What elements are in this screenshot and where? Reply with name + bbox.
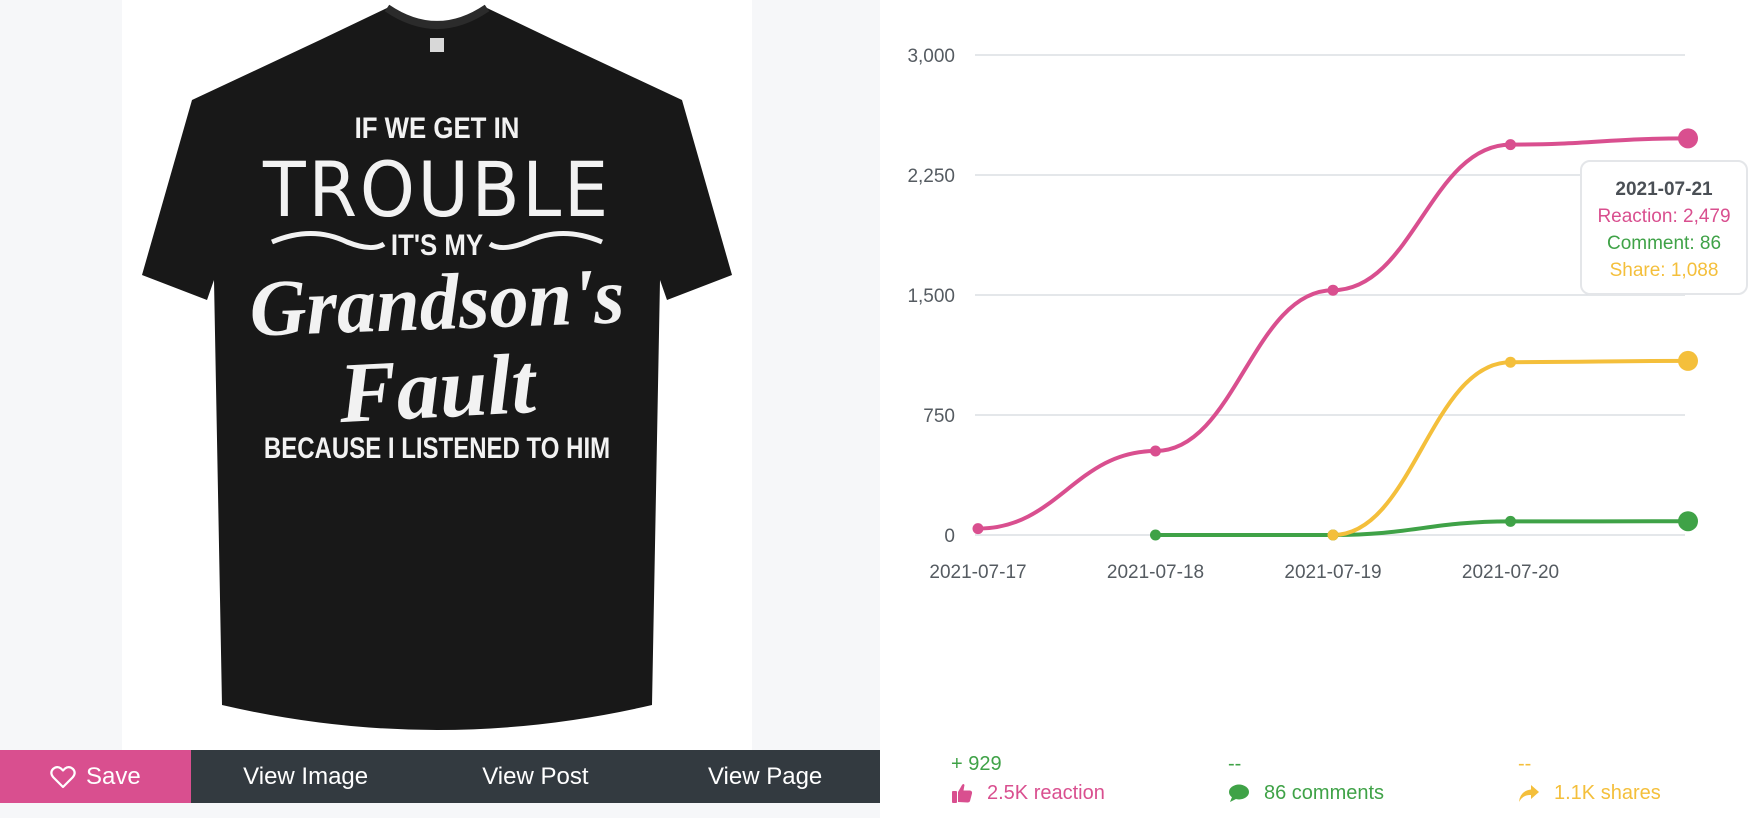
share-stat: -- 1.1K shares: [1518, 750, 1661, 808]
reaction-stat: + 929 2.5K reaction: [951, 750, 1105, 808]
view-image-button[interactable]: View Image: [191, 750, 421, 803]
product-image[interactable]: IF WE GET IN TROUBLE IT'S MY Grandson's …: [122, 0, 752, 750]
save-button[interactable]: Save: [0, 750, 191, 803]
tooltip-reaction: Reaction: 2,479: [1597, 206, 1731, 227]
tooltip-share: Share: 1,088: [1609, 260, 1719, 281]
heart-icon: [50, 765, 76, 789]
share-delta: --: [1518, 753, 1532, 775]
view-page-button[interactable]: View Page: [650, 750, 880, 803]
y-tick-label: 1,500: [907, 286, 955, 307]
share-data-point[interactable]: [1505, 356, 1516, 368]
x-tick-label: 2021-07-19: [1284, 562, 1381, 583]
product-panel: IF WE GET IN TROUBLE IT'S MY Grandson's …: [0, 0, 880, 818]
reaction-data-point[interactable]: [1327, 284, 1339, 296]
reaction-data-point[interactable]: [972, 523, 984, 535]
share-data-point[interactable]: [1678, 350, 1698, 371]
chart-tooltip: 2021-07-21 Reaction: 2,479 Comment: 86 S…: [1580, 160, 1748, 295]
y-tick-label: 3,000: [907, 46, 955, 67]
comment-bubble-icon: [1228, 783, 1250, 803]
y-tick-label: 0: [944, 526, 955, 547]
comment-data-point[interactable]: [1678, 511, 1698, 532]
shirt-text-line: BECAUSE I LISTENED TO HIM: [263, 432, 611, 465]
action-bar: Save View Image View Post View Page: [0, 750, 880, 803]
comment-data-point[interactable]: [1505, 515, 1516, 527]
tooltip-date: 2021-07-21: [1615, 179, 1713, 200]
reaction-data-point[interactable]: [1505, 139, 1516, 151]
comment-series-line: [1153, 519, 1690, 538]
share-count: 1.1K shares: [1554, 781, 1661, 804]
x-tick-label: 2021-07-18: [1107, 562, 1204, 583]
reaction-data-point[interactable]: [1678, 128, 1698, 149]
reaction-count: 2.5K reaction: [987, 781, 1105, 804]
y-tick-label: 750: [923, 406, 955, 427]
shirt-text-line: IF WE GET IN: [354, 112, 520, 145]
comment-count: 86 comments: [1264, 781, 1385, 804]
shirt-text-line: TROUBLE: [263, 145, 611, 234]
save-label: Save: [86, 762, 141, 790]
reaction-delta: + 929: [951, 753, 1002, 775]
x-tick-label: 2021-07-20: [1462, 562, 1559, 583]
view-post-button[interactable]: View Post: [421, 750, 651, 803]
reaction-data-point[interactable]: [1150, 445, 1161, 457]
tooltip-comment: Comment: 86: [1606, 233, 1722, 254]
share-data-point[interactable]: [1327, 529, 1339, 541]
comment-data-point[interactable]: [1150, 529, 1161, 541]
engagement-chart: 0 750 1,500 2,250 3,000 2021-07-17 2021-07-18 2…: [907, 46, 1698, 583]
y-tick-label: 2,250: [907, 166, 955, 187]
post-detail-page: IF WE GET IN TROUBLE IT'S MY Grandson's …: [0, 0, 1762, 818]
comment-stat: -- 86 comments: [1228, 750, 1384, 808]
tshirt-tag: [430, 38, 444, 52]
comment-delta: --: [1228, 753, 1242, 775]
share-arrow-icon: [1518, 783, 1540, 803]
share-series-line: [1331, 358, 1690, 537]
x-tick-label: 2021-07-17: [929, 562, 1026, 583]
thumbs-up-icon: [951, 782, 973, 804]
